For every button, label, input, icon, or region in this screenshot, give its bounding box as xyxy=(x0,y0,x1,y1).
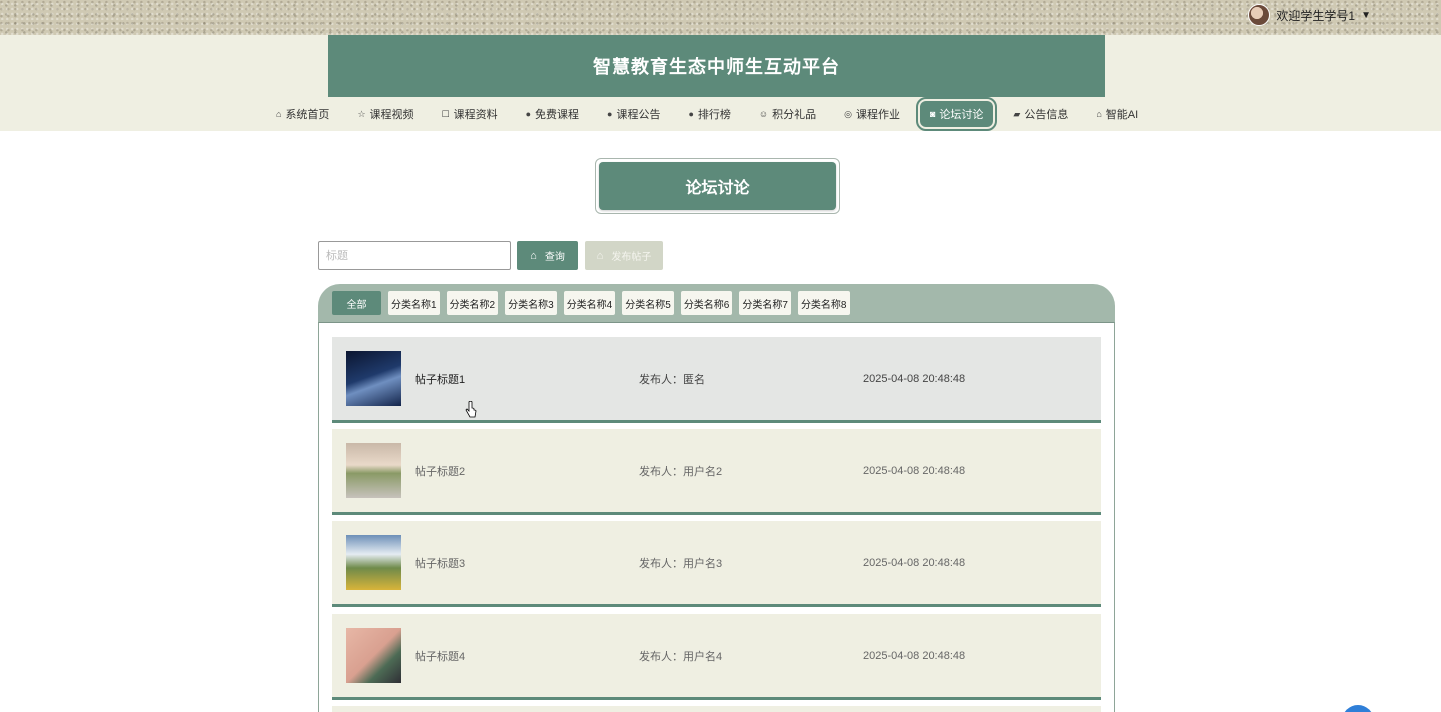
nav-item-label: 课程视频 xyxy=(369,109,414,121)
category-tab-8[interactable]: 分类名称8 xyxy=(797,291,850,315)
user-greeting[interactable]: 欢迎学生学号1 xyxy=(1276,7,1355,24)
chevron-down-icon[interactable]: ▼ xyxy=(1361,10,1371,21)
nav-item-home[interactable]: ⌂ 系统首页 xyxy=(262,101,343,127)
list-item[interactable]: 帖子标题2 发布人：用户名2 2025-04-08 20:48:48 xyxy=(332,429,1101,515)
nav-item-course-material[interactable]: ☐ 课程资料 xyxy=(428,101,512,127)
star-icon: ☆ xyxy=(357,108,366,119)
post-author: 发布人：用户名4 xyxy=(639,650,723,663)
page-heading-frame: 论坛讨论 xyxy=(595,158,840,214)
nav-item-course-video[interactable]: ☆ 课程视频 xyxy=(343,101,427,127)
info-icon: ● xyxy=(688,109,694,119)
nav-item-label: 课程公告 xyxy=(616,109,661,121)
post-title[interactable]: 帖子标题3 xyxy=(415,555,465,571)
post-title[interactable]: 帖子标题4 xyxy=(415,648,465,664)
publish-post-button[interactable]: ⌂ 发布帖子 xyxy=(585,241,663,270)
nav-item-label: 课程资料 xyxy=(453,109,498,121)
nav-item-label: 论坛讨论 xyxy=(939,109,984,121)
home-icon: ⌂ xyxy=(1096,109,1102,119)
check-circle-icon: ◎ xyxy=(844,108,852,119)
category-tabs: 全部 分类名称1 分类名称2 分类名称3 分类名称4 分类名称5 分类名称6 分… xyxy=(332,291,850,315)
post-time: 2025-04-08 20:48:48 xyxy=(863,556,966,569)
post-thumbnail[interactable] xyxy=(346,628,401,683)
home-icon: ⌂ xyxy=(596,249,604,262)
category-tab-2[interactable]: 分类名称2 xyxy=(446,291,499,315)
category-tab-3[interactable]: 分类名称3 xyxy=(505,291,557,315)
publish-post-button-label: 发布帖子 xyxy=(611,252,652,263)
search-input[interactable] xyxy=(318,241,511,270)
nav-item-label: 免费课程 xyxy=(535,109,580,121)
post-author: 发布人：匿名 xyxy=(639,373,705,386)
post-title[interactable]: 帖子标题2 xyxy=(415,463,465,479)
nav-item-label: 积分礼品 xyxy=(772,109,817,121)
user-menu[interactable]: 欢迎学生学号1 ▼ xyxy=(1248,4,1371,26)
post-time: 2025-04-08 20:48:48 xyxy=(863,649,966,662)
post-thumbnail[interactable] xyxy=(346,535,401,590)
category-tab-7[interactable]: 分类名称7 xyxy=(739,291,791,315)
nav-item-announcements[interactable]: ▰ 公告信息 xyxy=(999,101,1082,127)
home-icon: ⌂ xyxy=(530,249,537,262)
category-tab-all[interactable]: 全部 xyxy=(332,291,381,315)
nav-item-ai[interactable]: ⌂ 智能AI xyxy=(1082,101,1152,127)
camera-icon: ◙ xyxy=(929,109,936,119)
nav-item-forum[interactable]: ◙ 论坛讨论 xyxy=(915,97,998,131)
post-thumbnail[interactable] xyxy=(346,443,401,498)
nav-item-label: 公告信息 xyxy=(1024,109,1069,121)
list-item[interactable]: 帖子标题3 发布人：用户名3 2025-04-08 20:48:48 xyxy=(332,521,1101,607)
site-title: 智慧教育生态中师生互动平台 xyxy=(593,57,840,77)
folder-icon: ☐ xyxy=(441,108,450,119)
post-time: 2025-04-08 20:48:48 xyxy=(863,372,966,385)
post-author: 发布人：用户名3 xyxy=(639,557,723,570)
nav-item-points-gift[interactable]: ☺ 积分礼品 xyxy=(745,101,830,127)
question-icon: ● xyxy=(607,109,613,119)
home-icon: ⌂ xyxy=(276,109,282,119)
category-tab-5[interactable]: 分类名称5 xyxy=(622,291,674,315)
category-tab-1[interactable]: 分类名称1 xyxy=(388,291,440,315)
list-item[interactable]: 帖子标题1 发布人：匿名 2025-04-08 20:48:48 xyxy=(332,337,1101,423)
post-author: 发布人：用户名2 xyxy=(639,465,723,478)
avatar[interactable] xyxy=(1248,4,1271,26)
nav-item-homework[interactable]: ◎ 课程作业 xyxy=(830,101,914,127)
nav-item-course-notice[interactable]: ● 课程公告 xyxy=(593,101,674,127)
query-button[interactable]: ⌂ 查询 xyxy=(517,241,578,270)
site-title-bar: 智慧教育生态中师生互动平台 xyxy=(328,35,1105,97)
page-title: 论坛讨论 xyxy=(685,180,750,197)
nav-item-label: 排行榜 xyxy=(697,109,731,121)
list-item[interactable] xyxy=(332,706,1101,712)
category-tab-4[interactable]: 分类名称4 xyxy=(563,291,616,315)
smile-icon: ☺ xyxy=(758,109,769,119)
info-icon: ● xyxy=(525,109,532,119)
list-item[interactable]: 帖子标题4 发布人：用户名4 2025-04-08 20:48:48 xyxy=(332,614,1101,700)
page-heading-box: 论坛讨论 xyxy=(599,162,836,210)
nav-item-label: 系统首页 xyxy=(285,109,330,121)
top-banner xyxy=(0,0,1441,35)
query-button-label: 查询 xyxy=(544,252,565,263)
nav-item-free-course[interactable]: ● 免费课程 xyxy=(512,101,593,127)
pointer-cursor-icon xyxy=(465,401,477,418)
truck-icon: ▰ xyxy=(1013,108,1021,119)
post-time: 2025-04-08 20:48:48 xyxy=(863,464,966,477)
floating-action-button[interactable] xyxy=(1342,705,1374,712)
nav-item-label: 课程作业 xyxy=(855,109,900,121)
category-tab-6[interactable]: 分类名称6 xyxy=(680,291,733,315)
nav-item-label: 智能AI xyxy=(1105,109,1139,121)
post-thumbnail[interactable] xyxy=(346,351,401,406)
main-nav: ⌂ 系统首页 ☆ 课程视频 ☐ 课程资料 ● 免费课程 ● 课程公告 ● 排行榜 ☺ 积分礼品… xyxy=(262,97,1152,131)
post-title[interactable]: 帖子标题1 xyxy=(415,371,465,387)
nav-item-ranking[interactable]: ● 排行榜 xyxy=(674,101,744,127)
